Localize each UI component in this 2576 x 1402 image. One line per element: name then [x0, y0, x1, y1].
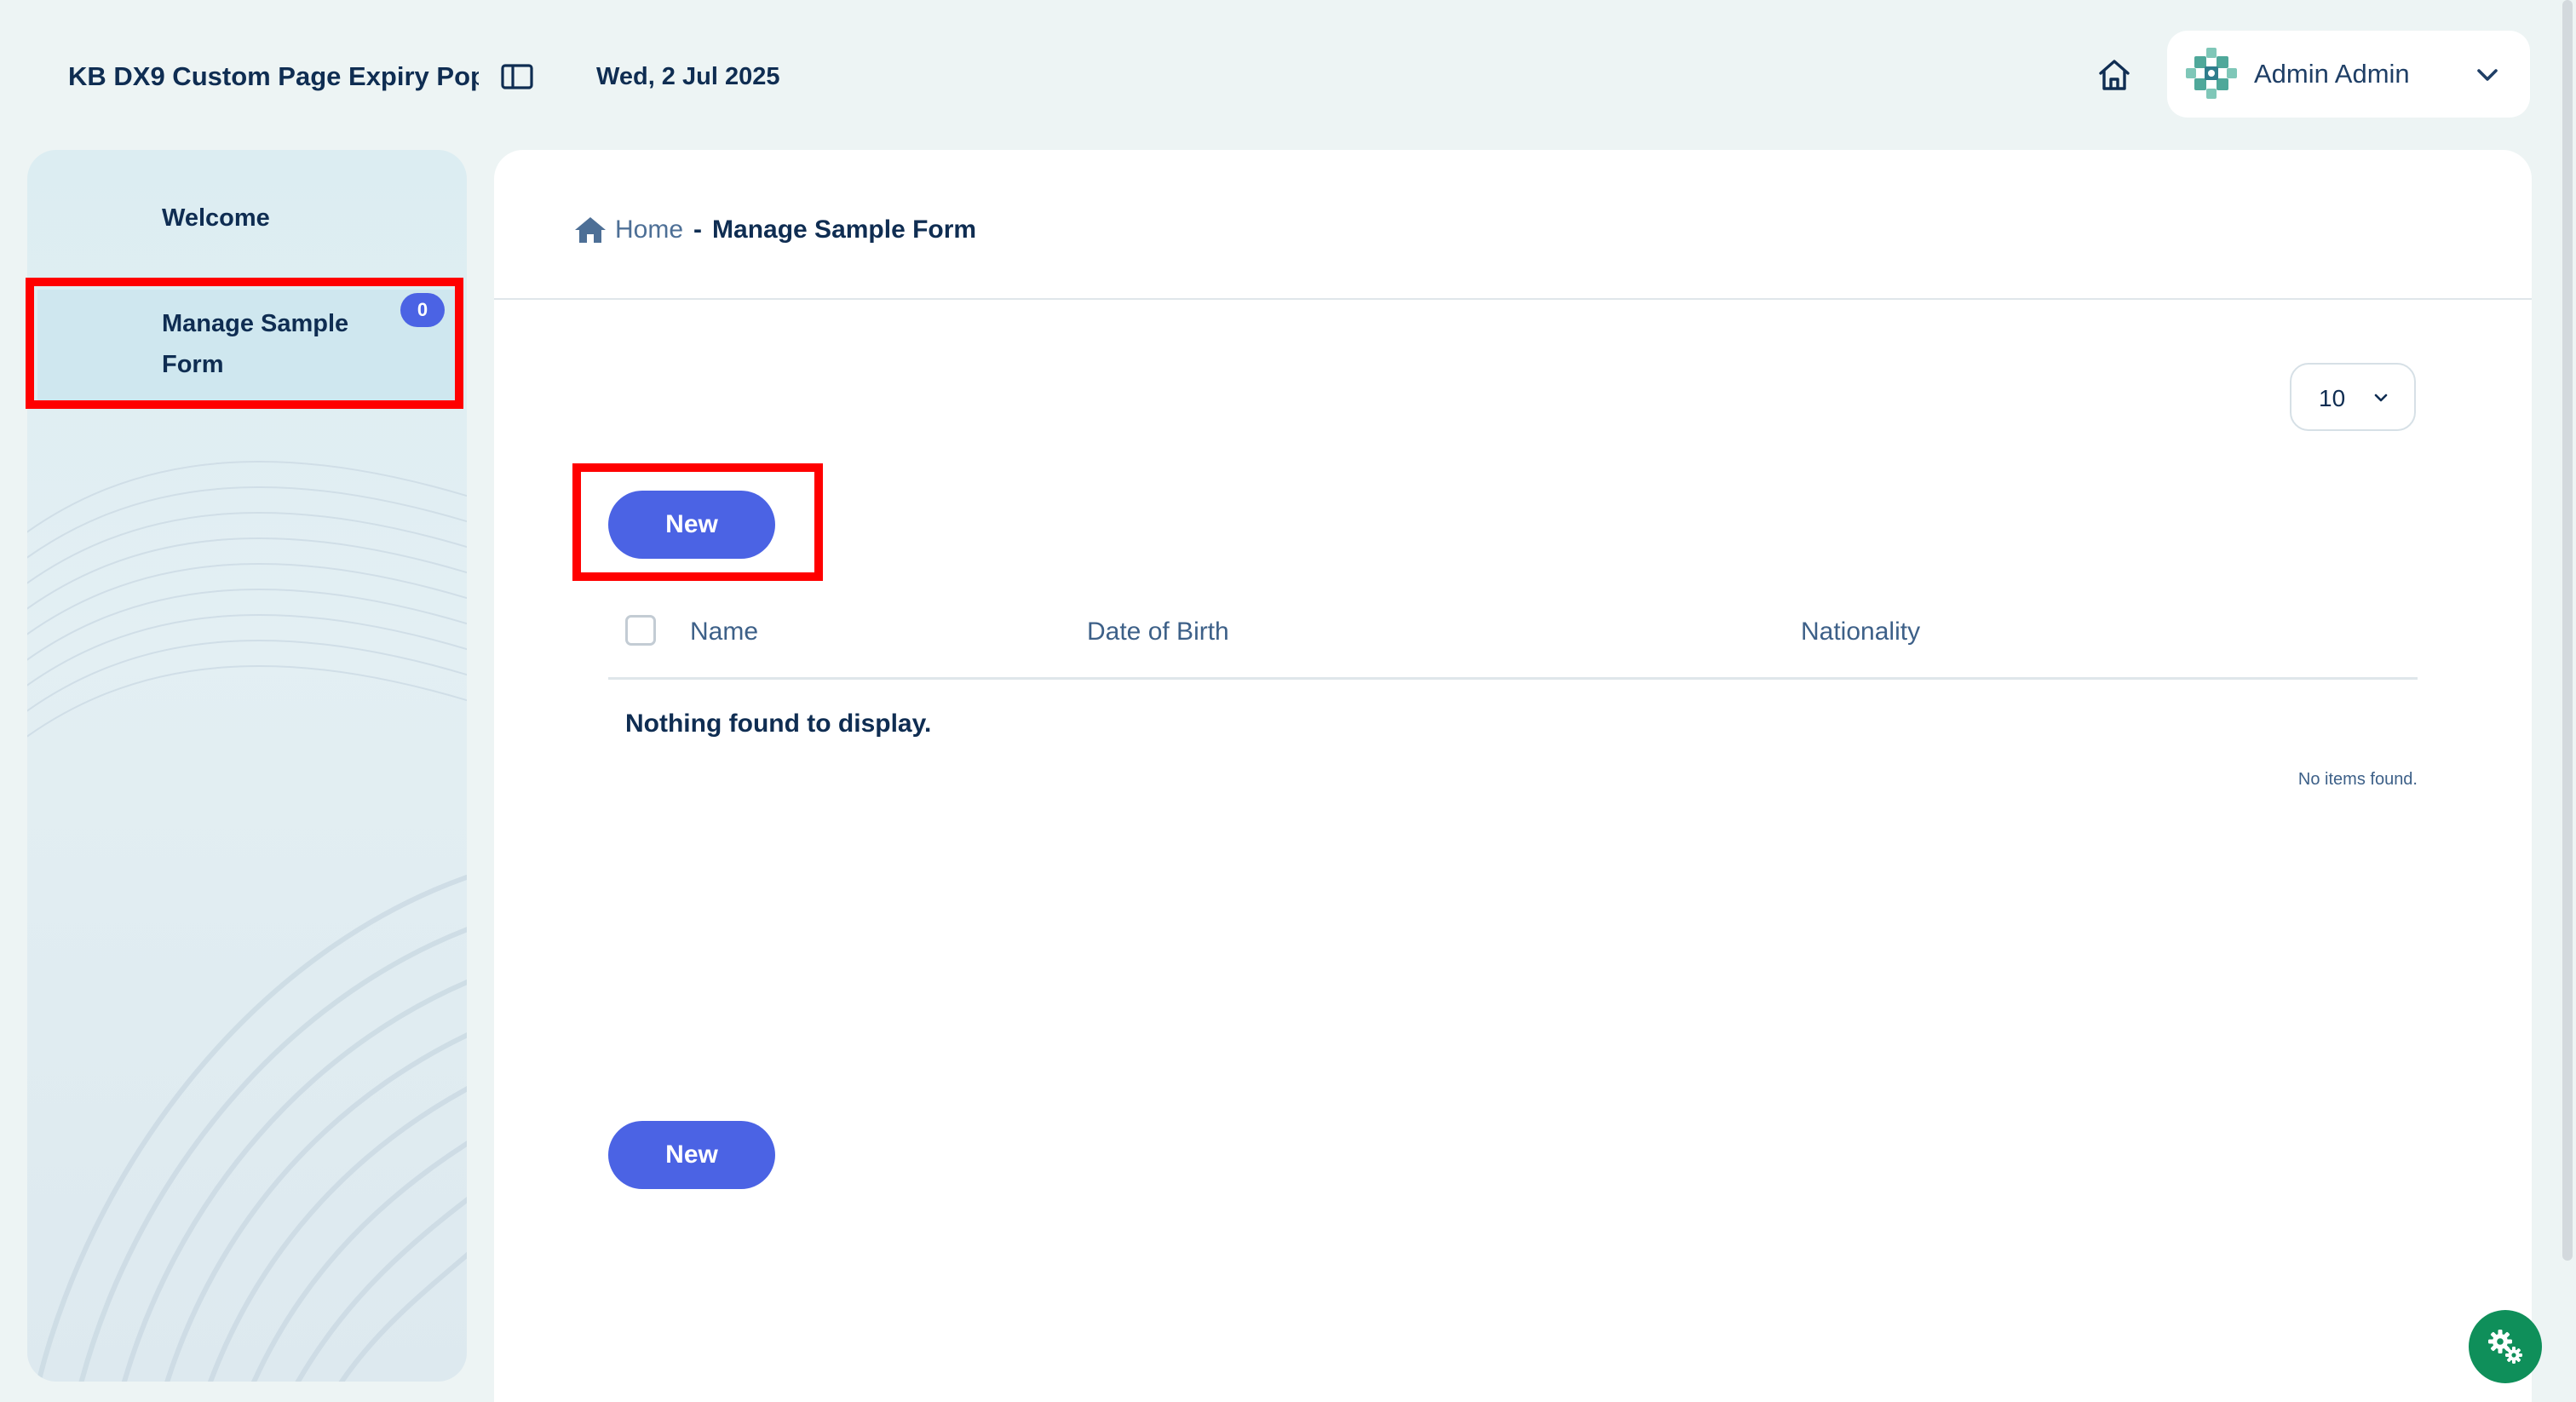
settings-fab[interactable]	[2469, 1310, 2542, 1383]
home-filled-icon	[575, 217, 606, 243]
sidebar-toggle-icon[interactable]	[501, 63, 533, 90]
sidebar-wave-decoration	[27, 460, 467, 1382]
breadcrumb-current: Manage Sample Form	[712, 215, 977, 244]
column-header-nationality[interactable]: Nationality	[1801, 613, 1920, 651]
header-date: Wed, 2 Jul 2025	[596, 63, 780, 90]
sidebar-item-manage-sample-form[interactable]: Manage Sample Form	[37, 290, 457, 400]
breadcrumb-separator: -	[693, 215, 703, 244]
empty-message: Nothing found to display.	[625, 710, 932, 738]
page-size-value: 10	[2319, 385, 2346, 411]
sidebar-item-welcome[interactable]: Welcome	[37, 198, 457, 238]
items-status: No items found.	[2297, 770, 2418, 789]
user-name: Admin Admin	[2254, 59, 2410, 89]
count-badge: 0	[400, 293, 445, 327]
user-menu[interactable]: Admin Admin	[2167, 31, 2530, 118]
chevron-down-icon	[2374, 394, 2388, 402]
app-title: KB DX9 Custom Page Expiry Popup	[68, 61, 479, 91]
breadcrumb-home-link[interactable]: Home	[615, 210, 683, 250]
chevron-down-icon[interactable]	[2472, 60, 2503, 90]
header-divider	[494, 298, 2532, 300]
main-panel: Home - Manage Sample Form 10 New Name Da…	[494, 150, 2532, 1402]
breadcrumb: Home - Manage Sample Form	[574, 210, 976, 250]
logo-avatar-icon	[2186, 48, 2237, 99]
sidebar: Welcome Manage Sample Form 0	[27, 150, 467, 1382]
new-button-top[interactable]: New	[608, 491, 775, 559]
home-icon[interactable]	[2096, 56, 2133, 94]
column-header-date-of-birth[interactable]: Date of Birth	[1087, 613, 1229, 651]
table-header-row: Name Date of Birth Nationality	[608, 601, 2418, 680]
gears-icon	[2488, 1330, 2522, 1364]
new-button-bottom[interactable]: New	[608, 1121, 775, 1189]
column-header-name[interactable]: Name	[690, 613, 758, 651]
page-size-select[interactable]: 10	[2290, 363, 2416, 431]
select-all-checkbox[interactable]	[625, 615, 656, 646]
scrollbar-thumb[interactable]	[2562, 0, 2573, 1261]
